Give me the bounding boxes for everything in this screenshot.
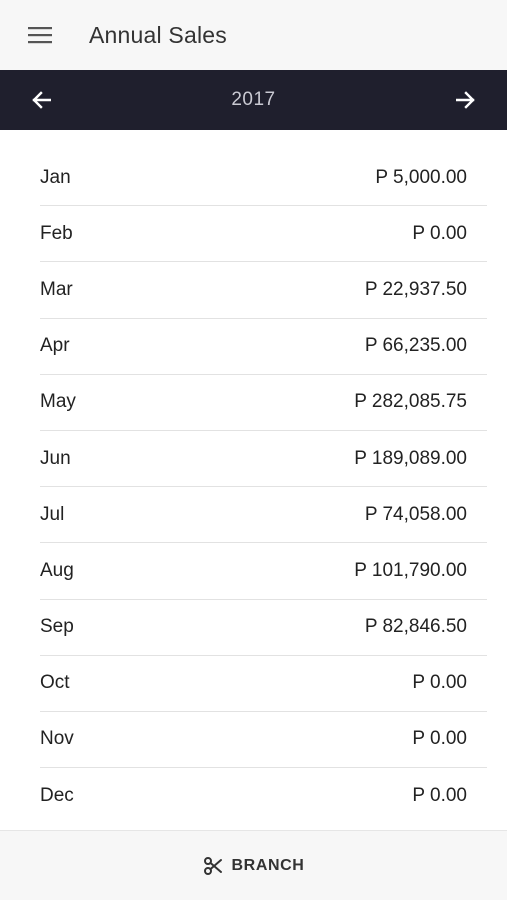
month-label: Dec [40,785,74,807]
previous-year-button[interactable] [22,81,60,119]
sales-amount: P 0.00 [412,222,467,244]
sales-amount: P 189,089.00 [354,447,467,469]
page-title: Annual Sales [89,21,227,48]
sales-row-feb[interactable]: Feb P 0.00 [40,206,487,263]
branch-label: BRANCH [231,856,305,874]
sales-amount: P 82,846.50 [364,616,467,638]
month-label: Feb [40,222,73,244]
month-label: Aug [40,559,74,581]
sales-row-apr[interactable]: Apr P 66,235.00 [40,319,487,375]
sales-row-mar[interactable]: Mar P 22,937.50 [40,262,487,319]
arrow-right-icon [456,91,475,109]
month-label: Nov [40,728,74,750]
scissors-icon [203,856,222,875]
sales-amount: P 74,058.00 [364,503,467,525]
month-label: Jan [40,166,71,188]
sales-row-aug[interactable]: Aug P 101,790.00 [40,543,487,600]
month-label: Sep [40,616,74,638]
sales-amount: P 5,000.00 [375,166,467,188]
year-navigation-bar: 2017 [0,70,507,130]
month-label: Jul [40,503,65,525]
sales-amount: P 0.00 [412,785,467,807]
month-label: Apr [40,335,70,357]
month-label: May [40,391,76,413]
bottom-bar: BRANCH [0,830,507,900]
next-year-button[interactable] [447,81,485,119]
app-bar: Annual Sales [0,0,507,70]
month-label: Jun [40,447,71,469]
year-label: 2017 [231,89,276,110]
hamburger-menu-icon [28,27,52,44]
sales-amount: P 0.00 [412,672,467,694]
sales-amount: P 22,937.50 [364,278,467,300]
sales-row-jan[interactable]: Jan P 5,000.00 [40,150,487,207]
menu-button[interactable] [0,0,80,70]
sales-amount: P 282,085.75 [354,391,467,413]
month-label: Oct [40,672,70,694]
sales-row-jul[interactable]: Jul P 74,058.00 [40,487,487,544]
monthly-sales-list: Jan P 5,000.00 Feb P 0.00 Mar P 22,937.5… [40,150,487,824]
sales-row-may[interactable]: May P 282,085.75 [40,375,487,431]
month-label: Mar [40,278,73,300]
sales-amount: P 101,790.00 [354,559,467,581]
branch-button[interactable]: BRANCH [191,848,317,884]
sales-row-nov[interactable]: Nov P 0.00 [40,712,487,769]
arrow-left-icon [32,91,51,109]
sales-row-oct[interactable]: Oct P 0.00 [40,656,487,712]
sales-row-jun[interactable]: Jun P 189,089.00 [40,431,487,488]
sales-row-sep[interactable]: Sep P 82,846.50 [40,600,487,656]
sales-row-dec[interactable]: Dec P 0.00 [40,768,487,824]
sales-amount: P 66,235.00 [364,335,467,357]
sales-amount: P 0.00 [412,728,467,750]
